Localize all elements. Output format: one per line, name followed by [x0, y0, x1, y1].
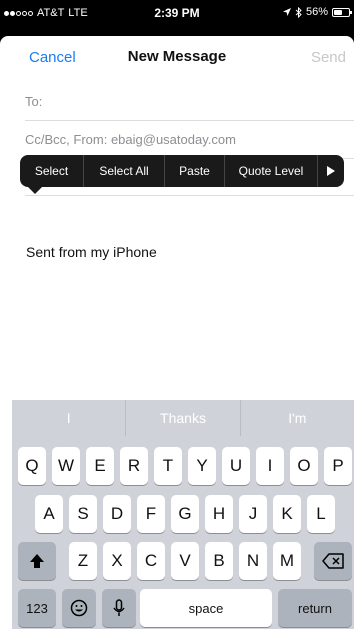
- edit-menu-pointer: [28, 187, 42, 194]
- key-h[interactable]: H: [205, 495, 233, 533]
- compose-nav-bar: Cancel New Message Send: [0, 36, 354, 82]
- backspace-key[interactable]: [314, 542, 352, 580]
- to-field[interactable]: To:: [25, 82, 354, 121]
- key-r[interactable]: R: [120, 447, 148, 485]
- shift-arrow-icon: [29, 553, 45, 569]
- cc-from-label: Cc/Bcc, From: ebaig@usatoday.com: [25, 132, 236, 147]
- key-u[interactable]: U: [222, 447, 250, 485]
- battery-icon: [332, 7, 352, 17]
- key-n[interactable]: N: [239, 542, 267, 580]
- key-k[interactable]: K: [273, 495, 301, 533]
- keyboard: I Thanks I'm Q W E R T Y U I O P A S D F…: [12, 400, 354, 629]
- key-x[interactable]: X: [103, 542, 131, 580]
- cc-from-field[interactable]: Cc/Bcc, From: ebaig@usatoday.com: [25, 120, 354, 159]
- emoji-key[interactable]: [62, 589, 96, 627]
- return-key[interactable]: return: [278, 589, 352, 627]
- key-l[interactable]: L: [307, 495, 335, 533]
- key-g[interactable]: G: [171, 495, 199, 533]
- bluetooth-icon: [295, 6, 302, 18]
- screen: AT&T LTE 2:39 PM 56% Cancel New Message …: [0, 0, 354, 629]
- location-arrow-icon: [282, 8, 291, 16]
- key-c[interactable]: C: [137, 542, 165, 580]
- key-z[interactable]: Z: [69, 542, 97, 580]
- key-v[interactable]: V: [171, 542, 199, 580]
- key-f[interactable]: F: [137, 495, 165, 533]
- key-w[interactable]: W: [52, 447, 80, 485]
- key-i[interactable]: I: [256, 447, 284, 485]
- battery-percent: 56%: [305, 6, 328, 18]
- compose-title: New Message: [127, 48, 227, 65]
- edit-menu: Select Select All Paste Quote Level: [20, 155, 344, 187]
- triangle-right-icon: [327, 166, 335, 176]
- key-e[interactable]: E: [86, 447, 114, 485]
- to-label: To:: [25, 94, 43, 109]
- subject-field[interactable]: [25, 195, 354, 196]
- menu-quote-level[interactable]: Quote Level: [225, 155, 318, 187]
- menu-paste[interactable]: Paste: [165, 155, 225, 187]
- menu-select-all[interactable]: Select All: [84, 155, 165, 187]
- backspace-icon: [322, 553, 344, 569]
- menu-more-button[interactable]: [318, 155, 344, 187]
- status-bar: AT&T LTE 2:39 PM 56%: [0, 0, 354, 26]
- key-s[interactable]: S: [69, 495, 97, 533]
- prediction-3[interactable]: I'm: [241, 400, 354, 436]
- predictive-bar: I Thanks I'm: [12, 400, 354, 436]
- prediction-2[interactable]: Thanks: [126, 400, 241, 436]
- key-j[interactable]: J: [239, 495, 267, 533]
- key-t[interactable]: T: [154, 447, 182, 485]
- numbers-key[interactable]: 123: [18, 589, 56, 627]
- emoji-icon: [70, 599, 88, 617]
- menu-select[interactable]: Select: [20, 155, 84, 187]
- prediction-1[interactable]: I: [12, 400, 127, 436]
- shift-key[interactable]: [18, 542, 56, 580]
- key-a[interactable]: A: [35, 495, 63, 533]
- key-p[interactable]: P: [324, 447, 352, 485]
- key-y[interactable]: Y: [188, 447, 216, 485]
- key-d[interactable]: D: [103, 495, 131, 533]
- key-o[interactable]: O: [290, 447, 318, 485]
- key-q[interactable]: Q: [18, 447, 46, 485]
- message-body[interactable]: Sent from my iPhone: [26, 244, 157, 260]
- dictation-key[interactable]: [102, 589, 136, 627]
- key-b[interactable]: B: [205, 542, 233, 580]
- key-m[interactable]: M: [273, 542, 301, 580]
- microphone-icon: [113, 599, 125, 617]
- send-button[interactable]: Send: [311, 49, 346, 66]
- space-key[interactable]: space: [140, 589, 272, 627]
